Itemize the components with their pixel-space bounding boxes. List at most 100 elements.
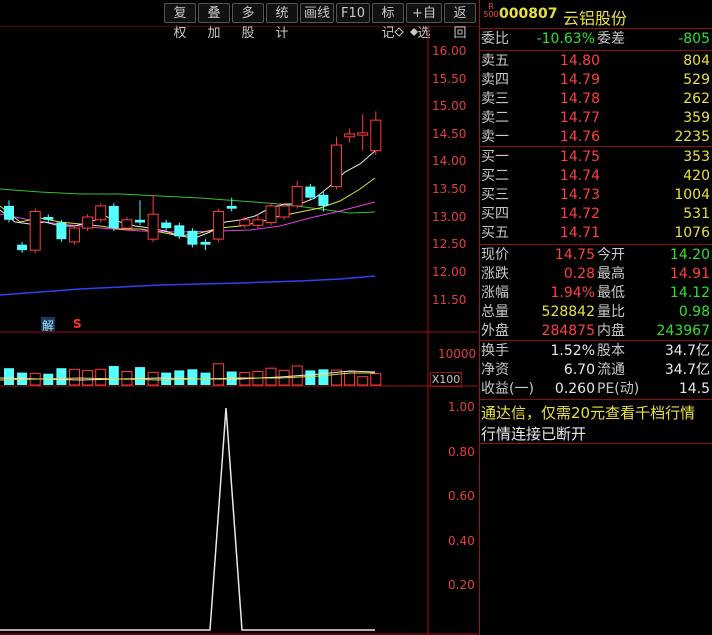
r-badge-bottom: 500 [483, 10, 499, 19]
price-tick: 14.50 [432, 127, 467, 141]
info-value: 1.52% [550, 343, 595, 359]
info-label: 股本 [597, 343, 625, 359]
bid-label: 买一 [481, 149, 509, 165]
candle-body [135, 219, 145, 223]
ask-row: 卖四 14.79 529 [479, 71, 712, 90]
candle-body [147, 213, 159, 240]
price-tick: 12.00 [432, 265, 467, 279]
ask-row: 卖五 14.80 804 [479, 52, 712, 71]
stat-row: 总量 528842 量比 0.98 [479, 303, 712, 322]
stat-row: 外盘 284875 内盘 243967 [479, 322, 712, 341]
info-value: 6.70 [563, 362, 595, 378]
volume-bar [108, 366, 119, 385]
volume-bar [174, 370, 185, 385]
promo-text[interactable]: 通达信，仅需20元查看千档行情 [481, 402, 695, 423]
volume-bar [213, 363, 225, 386]
ask-volume: 262 [683, 91, 710, 107]
stat-label: 总量 [481, 304, 509, 320]
ask-label: 卖五 [481, 53, 509, 69]
price-tick: 12.50 [432, 237, 467, 251]
ask-volume: 2235 [674, 129, 710, 145]
stat-value: 528842 [541, 304, 595, 320]
candle-body [187, 230, 198, 245]
bid-price: 14.72 [559, 206, 600, 222]
volume-bar [370, 373, 382, 386]
volume-bar [4, 368, 14, 385]
bid-volume: 531 [683, 206, 710, 222]
ask-label: 卖三 [481, 91, 509, 107]
bid-row: 买五 14.71 1076 [479, 224, 712, 243]
stock-name: 云铝股份 [563, 9, 628, 28]
kline-chart[interactable] [0, 26, 478, 635]
candle-body [95, 205, 107, 221]
stat-value: 14.75 [554, 247, 595, 263]
ask-price: 14.80 [559, 53, 600, 69]
candle-body [17, 244, 28, 251]
bid-volume: 1004 [674, 187, 710, 203]
bid-label: 买五 [481, 225, 509, 241]
candles-group [4, 111, 382, 253]
candle-body [200, 241, 211, 245]
weicha-value: -805 [678, 31, 710, 47]
ask-price: 14.78 [559, 91, 600, 107]
info-value: 0.260 [554, 381, 595, 397]
stat-row: 涨跌 0.28 最高 14.91 [479, 265, 712, 284]
candle-body [108, 205, 119, 229]
back-button[interactable]: 返回 [444, 3, 476, 41]
indicator-line [0, 407, 375, 631]
ask-label: 卖一 [481, 129, 509, 145]
bid-price: 14.73 [559, 187, 600, 203]
stat-label: 涨幅 [481, 285, 509, 301]
bid-volume: 1076 [674, 225, 710, 241]
statistics-button[interactable]: 统计 [266, 3, 298, 41]
stat-value: 1.94% [550, 285, 595, 301]
volume-bar [357, 376, 369, 386]
stat-value: 14.20 [669, 247, 710, 263]
ask-row: 卖三 14.78 262 [479, 90, 712, 109]
kline-chart-area[interactable]: 解 S 16.00 15.50 15.00 14.50 14.00 13.50 … [0, 26, 478, 635]
stat-row: 现价 14.75 今开 14.20 [479, 246, 712, 265]
info-value: 34.7亿 [664, 362, 710, 378]
fuquan-button[interactable]: 复权 [164, 3, 196, 41]
info-value: 14.5 [678, 381, 710, 397]
weibi-value: -10.63% [536, 31, 595, 47]
price-tick: 16.00 [432, 44, 467, 58]
volume-bar [187, 369, 198, 385]
add-watchlist-button[interactable]: +自选 [406, 3, 442, 41]
multi-stock-button[interactable]: 多股 [232, 3, 264, 41]
stat-value: 14.91 [669, 266, 710, 282]
draw-line-button[interactable]: 画线 [300, 3, 334, 23]
candle-body [239, 219, 251, 226]
overlay-button[interactable]: 叠加 [198, 3, 230, 41]
candle-body [226, 205, 237, 209]
connection-status: 行情连接已断开 [481, 425, 587, 443]
diamond-outline-icon[interactable] [394, 27, 404, 37]
bid-label: 买三 [481, 187, 509, 203]
indicator-tick: 0.20 [448, 578, 475, 592]
ask-volume: 359 [683, 110, 710, 126]
diamond-filled-icon[interactable] [410, 28, 418, 36]
volume-bar [95, 368, 107, 386]
volume-tick: 10000 [438, 347, 477, 361]
weibi-label: 委比 [481, 31, 509, 47]
bid-row: 买三 14.73 1004 [479, 186, 712, 205]
ma-line-magenta [0, 201, 376, 233]
bid-volume: 353 [683, 149, 710, 165]
f10-button[interactable]: F10 [336, 3, 370, 23]
volume-bars-group [4, 363, 382, 386]
unlock-marker: 解 [42, 319, 55, 333]
mark-button[interactable]: 标记 [372, 3, 404, 41]
candle-body [252, 219, 264, 226]
candle-body [318, 194, 329, 206]
chart-toolbar: 复权 叠加 多股 统计 画线 F10 标记 +自选 返回 [0, 0, 478, 41]
price-tick: 13.00 [432, 210, 467, 224]
price-tick: 13.50 [432, 182, 467, 196]
candle-body [56, 222, 67, 240]
candle-body [174, 225, 185, 237]
ask-row: 卖二 14.77 359 [479, 109, 712, 128]
bid-row: 买二 14.74 420 [479, 167, 712, 186]
candle-body [344, 133, 356, 138]
r-badge: R 500 [483, 3, 499, 19]
info-label: 流通 [597, 362, 625, 378]
ma-line-blue [0, 275, 376, 296]
